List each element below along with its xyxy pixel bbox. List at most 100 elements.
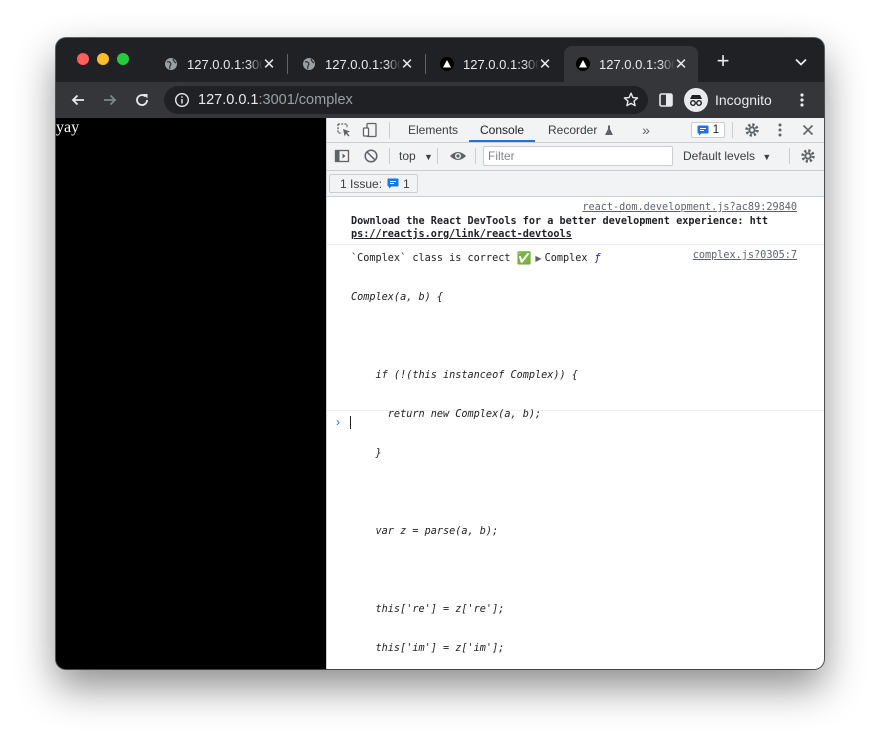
inspect-element-icon[interactable] bbox=[335, 121, 353, 139]
browser-tab[interactable]: 127.0.0.1:3001/complex ✕ bbox=[290, 46, 424, 82]
log-prefix: `Complex` class is correct bbox=[351, 252, 511, 264]
messages-badge[interactable]: 1 bbox=[691, 122, 725, 138]
object-label[interactable]: Complex bbox=[545, 253, 588, 264]
gear-icon[interactable] bbox=[743, 121, 761, 139]
new-tab-button[interactable]: + bbox=[712, 50, 734, 73]
console-output: react-dom.development.js?ac89:29840 Down… bbox=[327, 197, 824, 654]
sidebar-toggle-icon[interactable] bbox=[333, 147, 351, 165]
gear-icon[interactable] bbox=[799, 147, 817, 165]
forward-icon[interactable] bbox=[98, 88, 122, 112]
devtools-tabbar: Elements Console Recorder » 1 bbox=[327, 118, 824, 143]
close-icon[interactable] bbox=[799, 121, 817, 139]
incognito-profile-button[interactable]: Incognito bbox=[684, 86, 784, 114]
console-message: react-dom.development.js?ac89:29840 Down… bbox=[327, 197, 824, 245]
text-caret bbox=[350, 416, 351, 429]
divider bbox=[437, 148, 438, 164]
message-icon bbox=[387, 178, 399, 189]
tab-divider bbox=[425, 54, 426, 74]
star-icon[interactable] bbox=[622, 91, 640, 109]
prompt-chevron-icon: › bbox=[336, 415, 340, 429]
globe-icon bbox=[302, 57, 316, 71]
divider bbox=[789, 148, 790, 164]
web-page: yay bbox=[56, 118, 326, 669]
check-emoji: ✅ bbox=[516, 251, 532, 265]
address-bar[interactable]: 127.0.0.1:3001/complex bbox=[164, 86, 648, 114]
url-path: :3001/complex bbox=[258, 92, 353, 108]
more-vert-icon[interactable] bbox=[771, 121, 789, 139]
tab-title: 127.0.0.1:3001/complex bbox=[187, 56, 263, 72]
url-host: 127.0.0.1 bbox=[198, 92, 259, 108]
side-panel-icon[interactable] bbox=[654, 88, 678, 112]
page-body-text: yay bbox=[56, 119, 80, 136]
device-toolbar-icon[interactable] bbox=[361, 121, 379, 139]
info-icon[interactable] bbox=[174, 92, 190, 108]
divider bbox=[389, 122, 390, 138]
incognito-icon bbox=[684, 88, 708, 112]
code-line: } bbox=[351, 448, 382, 459]
context-selector[interactable]: top ▼ bbox=[399, 149, 433, 163]
minimize-window-button[interactable] bbox=[97, 53, 109, 65]
message-line: Download the React DevTools for a better… bbox=[351, 216, 769, 227]
log-levels-label: Default levels bbox=[683, 149, 756, 163]
tab-title: 127.0.0.1:3001/complex bbox=[325, 56, 401, 72]
tab-elements[interactable]: Elements bbox=[408, 118, 458, 142]
more-vert-icon[interactable] bbox=[790, 88, 814, 112]
code-line: var z = parse(a, b); bbox=[351, 526, 499, 537]
dropdown-arrow-icon: ▼ bbox=[424, 152, 433, 162]
console-prompt[interactable]: › bbox=[327, 411, 824, 435]
chevron-down-icon[interactable] bbox=[792, 53, 810, 71]
close-window-button[interactable] bbox=[77, 53, 89, 65]
tab-console[interactable]: Console bbox=[469, 118, 536, 142]
tab-divider bbox=[287, 54, 288, 74]
back-icon[interactable] bbox=[66, 88, 90, 112]
divider bbox=[732, 122, 733, 138]
log-levels-dropdown[interactable]: Default levels ▼ bbox=[683, 149, 771, 163]
messages-count: 1 bbox=[712, 124, 720, 136]
source-link[interactable]: react-dom.development.js?ac89:29840 bbox=[582, 202, 797, 213]
browser-tab-active[interactable]: 127.0.0.1:3001/complex ✕ bbox=[564, 46, 698, 82]
close-tab-icon[interactable]: ✕ bbox=[260, 55, 278, 73]
reload-icon[interactable] bbox=[130, 88, 154, 112]
filter-input[interactable]: Filter bbox=[483, 146, 673, 166]
issues-count: 1 bbox=[403, 176, 410, 191]
context-label: top bbox=[399, 149, 416, 163]
code-line: Complex(a, b) { bbox=[351, 292, 444, 303]
console-message: `Complex` class is correct ✅ ▶ Complex ƒ… bbox=[327, 245, 824, 654]
close-tab-icon[interactable]: ✕ bbox=[398, 55, 416, 73]
issues-button[interactable]: 1 Issue: 1 bbox=[329, 174, 418, 193]
browser-tab[interactable]: 127.0.0.1:3001/complex ✕ bbox=[152, 46, 286, 82]
browser-content: yay Elements Console Recorder » 1 top ▼ … bbox=[56, 118, 824, 669]
triangle-icon bbox=[440, 57, 454, 71]
devtools-panel: Elements Console Recorder » 1 top ▼ Filt… bbox=[326, 118, 824, 669]
source-link[interactable]: complex.js?0305:7 bbox=[693, 250, 797, 261]
console-toolbar: top ▼ Filter Default levels ▼ bbox=[327, 143, 824, 171]
zoom-window-button[interactable] bbox=[117, 53, 129, 65]
close-tab-icon[interactable]: ✕ bbox=[536, 55, 554, 73]
function-marker: ƒ bbox=[594, 252, 601, 264]
url-text: 127.0.0.1:3001/complex bbox=[198, 92, 353, 108]
devtools-link[interactable]: ps://reactjs.org/link/react-devtools bbox=[351, 228, 768, 241]
more-tabs-icon[interactable]: » bbox=[637, 121, 655, 139]
code-line: this['im'] = z['im']; bbox=[351, 643, 505, 654]
clear-console-icon[interactable] bbox=[362, 147, 380, 165]
close-tab-icon[interactable]: ✕ bbox=[672, 55, 690, 73]
tab-strip: 127.0.0.1:3001/complex ✕ 127.0.0.1:3001/… bbox=[56, 38, 824, 82]
tab-recorder-label: Recorder bbox=[548, 123, 598, 137]
eye-icon[interactable] bbox=[449, 147, 467, 165]
globe-icon bbox=[164, 57, 178, 71]
expand-triangle-icon[interactable]: ▶ bbox=[535, 254, 541, 263]
dropdown-arrow-icon: ▼ bbox=[762, 152, 772, 162]
flask-icon bbox=[604, 120, 614, 144]
message-text: Download the React DevTools for a better… bbox=[351, 215, 768, 241]
divider bbox=[389, 148, 390, 164]
message-icon bbox=[697, 125, 709, 136]
tab-recorder[interactable]: Recorder bbox=[548, 118, 614, 142]
issues-bar: 1 Issue: 1 bbox=[327, 171, 824, 197]
browser-toolbar: 127.0.0.1:3001/complex Incognito bbox=[56, 82, 824, 118]
browser-tab[interactable]: 127.0.0.1:3001/complex ✕ bbox=[428, 46, 562, 82]
code-line: this['re'] = z['re']; bbox=[351, 604, 505, 615]
issues-label: 1 Issue: bbox=[340, 176, 383, 191]
